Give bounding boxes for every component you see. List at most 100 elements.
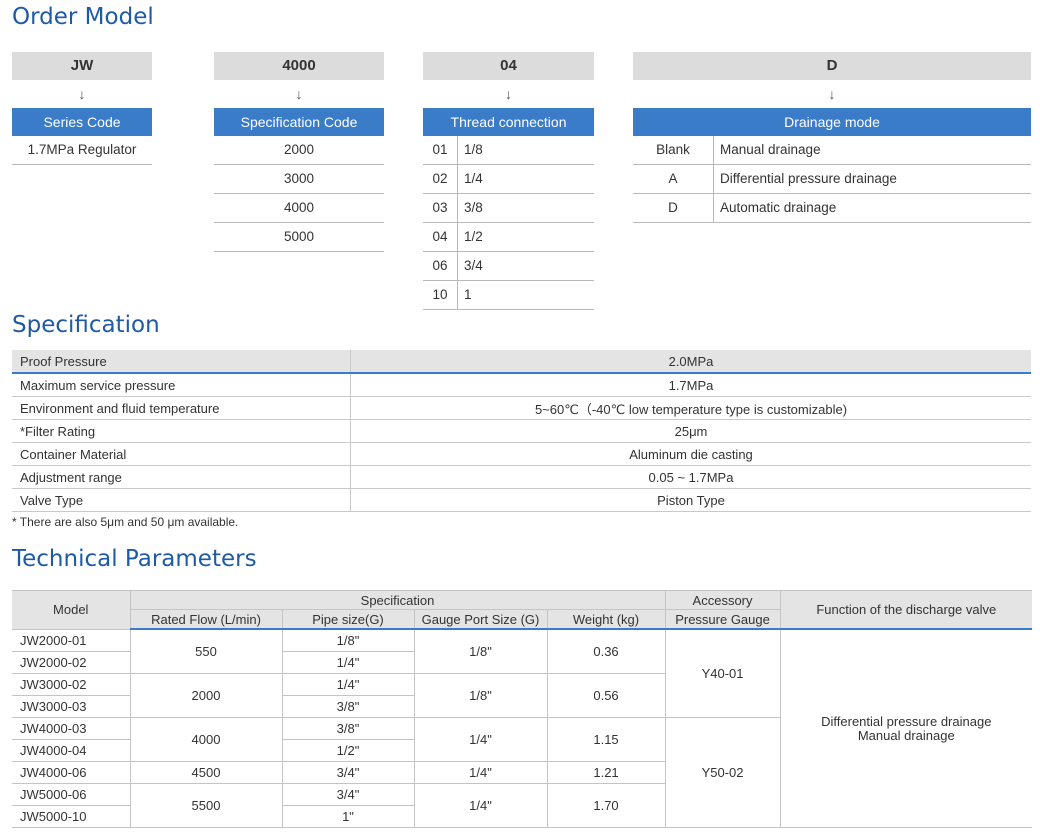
specification-code-row: 3000 [214, 165, 384, 194]
drainage-code: Blank [633, 136, 714, 164]
spec-label: Proof Pressure [12, 350, 351, 374]
gauge-port-cell: 1/4" [413, 761, 548, 784]
thread-row: 10 1 [423, 281, 594, 310]
thread-size: 1/8 [464, 142, 483, 157]
weight-cell: 0.56 [546, 673, 666, 718]
spec-label: Container Material [12, 442, 351, 466]
thread-size: 1/2 [464, 229, 483, 244]
function-line: Manual drainage [857, 727, 955, 743]
filter-rating-note: * There are also 5μm and 50 μm available… [12, 515, 239, 529]
table-row: *Filter Rating 25μm [12, 419, 1031, 443]
series-code-value: JW [12, 52, 152, 80]
table-row: JW2000-01 550 1/8" 1/8" 0.36 Y40-01 Diff… [12, 628, 1033, 828]
function-cell: Differential pressure drainage Manual dr… [779, 628, 1033, 828]
weight-header: Weight (kg) [546, 609, 666, 630]
spec-label: *Filter Rating [12, 419, 351, 443]
pipe-size-header: Pipe size(G) [281, 609, 415, 630]
rated-flow-cell: 550 [129, 628, 283, 674]
drainage-row: D Automatic drainage [633, 194, 1031, 223]
down-arrow-icon: ↓ [828, 86, 836, 102]
spec-label: Environment and fluid temperature [12, 396, 351, 420]
table-row: Proof Pressure 2.0MPa [12, 350, 1031, 374]
drainage-mode-header: Drainage mode [633, 108, 1031, 136]
spec-label: Valve Type [12, 488, 351, 512]
pipe-size-cell: 1/4" [281, 651, 415, 674]
pipe-size-cell: 3/4" [281, 783, 415, 806]
series-code-header: Series Code [12, 108, 152, 136]
pipe-size-cell: 1" [281, 805, 415, 828]
thread-code: 04 [423, 223, 458, 251]
thread-code: 02 [423, 165, 458, 193]
pipe-size-cell: 1/8" [281, 628, 415, 652]
thread-row: 06 3/4 [423, 252, 594, 281]
spec-value: 25μm [350, 419, 1031, 443]
spec-label: Maximum service pressure [12, 373, 351, 397]
spec-value: 5~60℃（-40℃ low temperature type is custo… [350, 396, 1031, 420]
rated-flow-cell: 2000 [129, 673, 283, 718]
rated-flow-header: Rated Flow (L/min) [129, 609, 283, 630]
table-row: Maximum service pressure 1.7MPa [12, 373, 1031, 397]
pressure-gauge-header: Pressure Gauge [664, 609, 781, 630]
spec-value: 0.05 ~ 1.7MPa [350, 465, 1031, 489]
rated-flow-cell: 4000 [129, 717, 283, 762]
weight-cell: 1.15 [546, 717, 666, 762]
thread-row: 01 1/8 [423, 136, 594, 165]
thread-size: 1/4 [464, 171, 483, 186]
function-header: Function of the discharge valve [779, 590, 1033, 630]
gauge-port-cell: 1/8" [413, 628, 548, 674]
pressure-gauge-cell: Y40-01 [664, 628, 781, 718]
rated-flow-cell: 5500 [129, 783, 283, 828]
model-cell: JW4000-04 [12, 739, 131, 762]
model-cell: JW4000-03 [12, 717, 131, 740]
gauge-port-header: Gauge Port Size (G) [413, 609, 548, 630]
accessory-header: Accessory [664, 590, 781, 610]
thread-connection-header: Thread connection [423, 108, 594, 136]
thread-code: 01 [423, 136, 458, 164]
specification-code-header: Specification Code [214, 108, 384, 136]
table-row: Environment and fluid temperature 5~60℃（-… [12, 396, 1031, 420]
series-code-row: 1.7MPa Regulator [12, 136, 152, 165]
drainage-description: Manual drainage [720, 142, 821, 157]
pressure-gauge-cell: Y50-02 [664, 717, 781, 828]
pipe-size-cell: 3/8" [281, 695, 415, 718]
rated-flow-cell: 4500 [129, 761, 283, 784]
thread-code: 03 [423, 194, 458, 222]
gauge-port-cell: 1/4" [413, 717, 548, 762]
specification-code-row: 5000 [214, 223, 384, 252]
thread-connection-column: 04 ↓ Thread connection 01 1/8 02 1/4 03 3/8… [423, 52, 594, 310]
series-code-column: JW ↓ Series Code 1.7MPa Regulator [12, 52, 152, 165]
specification-title: Specification [12, 312, 160, 338]
technical-parameters-title: Technical Parameters [12, 546, 257, 572]
thread-row: 03 3/8 [423, 194, 594, 223]
spec-value: Piston Type [350, 488, 1031, 512]
down-arrow-icon: ↓ [78, 86, 86, 102]
spec-value: 2.0MPa [350, 350, 1031, 374]
drainage-row: Blank Manual drainage [633, 136, 1031, 165]
down-arrow-icon: ↓ [505, 86, 512, 102]
weight-cell: 1.70 [546, 783, 666, 828]
gauge-port-cell: 1/8" [413, 673, 548, 718]
model-cell: JW3000-03 [12, 695, 131, 718]
model-cell: JW2000-01 [12, 628, 131, 652]
thread-size: 3/4 [464, 258, 483, 273]
thread-size: 1 [464, 287, 472, 302]
specification-code-row: 4000 [214, 194, 384, 223]
down-arrow-icon: ↓ [295, 86, 303, 102]
drainage-description: Automatic drainage [720, 200, 837, 215]
spec-value: 1.7MPa [350, 373, 1031, 397]
model-cell: JW2000-02 [12, 651, 131, 674]
function-line: Differential pressure drainage [821, 713, 992, 729]
drainage-code: A [633, 165, 714, 193]
pipe-size-cell: 1/2" [281, 739, 415, 762]
drainage-mode-value: D [633, 52, 1031, 80]
model-cell: JW5000-10 [12, 805, 131, 828]
drainage-mode-column: D ↓ Drainage mode Blank Manual drainage A… [633, 52, 1031, 223]
spec-value: Aluminum die casting [350, 442, 1031, 466]
thread-size: 3/8 [464, 200, 483, 215]
pipe-size-cell: 3/8" [281, 717, 415, 740]
specification-group-header: Specification [129, 590, 666, 610]
model-cell: JW5000-06 [12, 783, 131, 806]
table-row: Adjustment range 0.05 ~ 1.7MPa [12, 465, 1031, 489]
drainage-row: A Differential pressure drainage [633, 165, 1031, 194]
thread-row: 04 1/2 [423, 223, 594, 252]
